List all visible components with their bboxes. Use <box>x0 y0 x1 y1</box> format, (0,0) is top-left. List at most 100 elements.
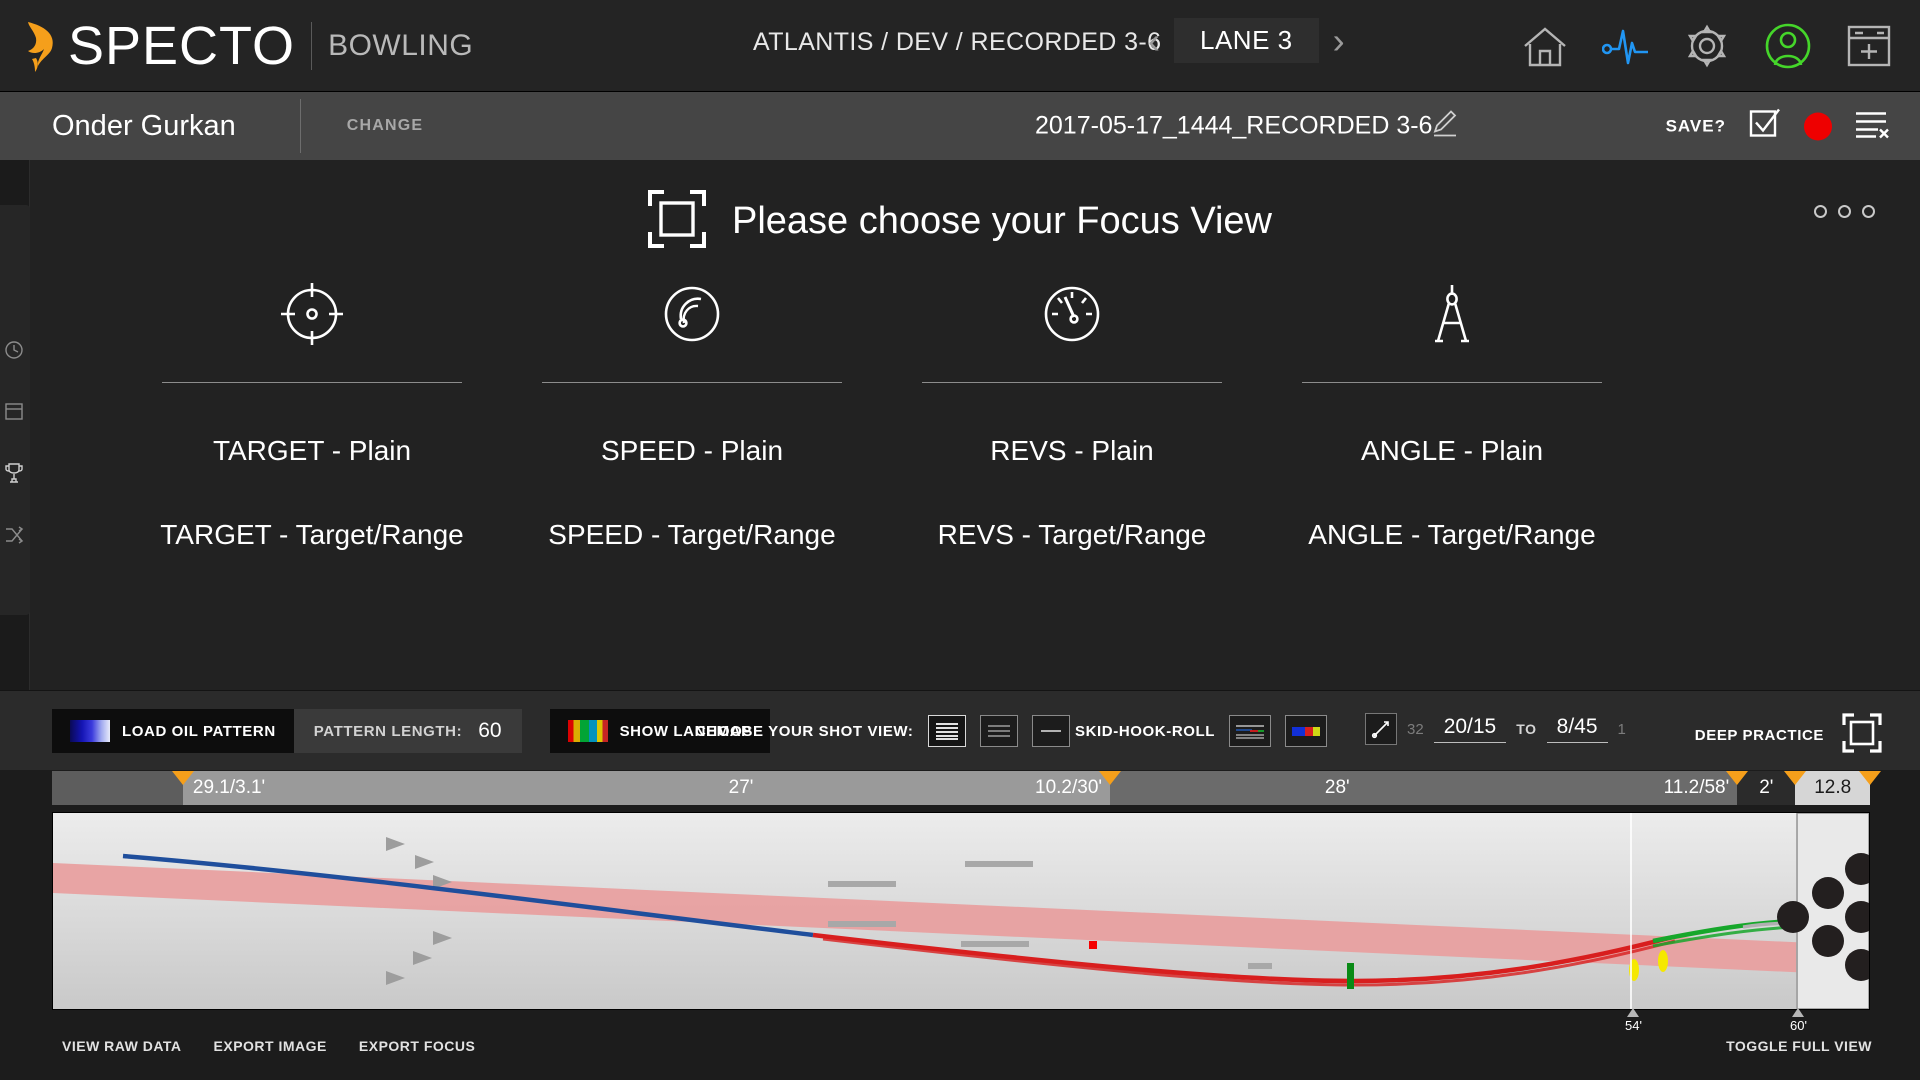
skid-lines-button[interactable] <box>1229 715 1272 747</box>
clear-list-icon[interactable] <box>1854 109 1890 144</box>
focus-header: Please choose your Focus View <box>0 190 1920 253</box>
focus-column-target: TARGET - Plain TARGET - Target/Range <box>122 268 502 551</box>
speedometer-icon[interactable] <box>502 268 882 360</box>
ruler-seg-0[interactable]: 29.1/3.1' <box>171 771 609 805</box>
dot-3 <box>1862 205 1875 218</box>
focus-column-speed: SPEED - Plain SPEED - Target/Range <box>502 268 882 551</box>
option-speed-plain[interactable]: SPEED - Plain <box>502 435 882 467</box>
lanemap-thumb-icon <box>567 720 608 742</box>
gear-icon[interactable] <box>1684 24 1730 68</box>
distance-tick-54-icon <box>1627 1008 1639 1017</box>
panel-menu-dots[interactable] <box>1814 205 1875 218</box>
ruler-marker-4[interactable] <box>1858 771 1881 785</box>
focus-title: Please choose your Focus View <box>731 200 1273 242</box>
record-button[interactable] <box>1804 112 1832 140</box>
footer-actions: VIEW RAW DATA EXPORT IMAGE EXPORT FOCUS <box>62 1038 475 1054</box>
distance-label-60: 60' <box>1790 1018 1807 1033</box>
distance-ruler: 29.1/3.1' 27' 10.2/30' 28' 11.2/58' 2' 1… <box>52 771 1881 805</box>
range-left-value[interactable]: 20/15 <box>1433 715 1507 743</box>
session-bar: Onder Gurkan CHANGE 2017-05-17_1444_RECO… <box>0 92 1920 160</box>
range-left-dim: 32 <box>1407 720 1424 738</box>
save-checkbox[interactable] <box>1748 107 1782 146</box>
pulse-icon[interactable] <box>1602 25 1650 67</box>
save-label: SAVE? <box>1665 116 1726 135</box>
option-speed-range[interactable]: SPEED - Target/Range <box>502 519 882 551</box>
ruler-marker-2[interactable] <box>1726 771 1749 785</box>
range-right-value[interactable]: 8/45 <box>1546 715 1608 743</box>
breadcrumb[interactable]: ATLANTIS / DEV / RECORDED 3-6 <box>753 28 1161 57</box>
ruler-seg-3[interactable]: 28' <box>1110 771 1565 805</box>
pencil-icon[interactable] <box>1430 109 1460 144</box>
lane-selector: ‹ LANE 3 › <box>1140 18 1353 63</box>
marker-red-dot <box>1089 941 1097 949</box>
focus-options: TARGET - Plain TARGET - Target/Range SPE… <box>0 268 1920 551</box>
deep-practice-frame-icon[interactable] <box>1842 713 1882 758</box>
option-target-range[interactable]: TARGET - Target/Range <box>122 519 502 551</box>
option-angle-range[interactable]: ANGLE - Target/Range <box>1262 519 1642 551</box>
view-raw-data-button[interactable]: VIEW RAW DATA <box>62 1038 182 1054</box>
shot-view-sparse-button[interactable] <box>979 715 1018 747</box>
range-right-dim: 1 <box>1617 720 1626 738</box>
top-bar: SPECTO BOWLING ATLANTIS / DEV / RECORDED… <box>0 0 1920 92</box>
skid-blocks-button[interactable] <box>1285 715 1328 747</box>
ruler-marker-1[interactable] <box>1099 771 1122 785</box>
marker-yellow-2 <box>1658 950 1668 972</box>
oil-pattern-thumb-icon <box>70 720 110 742</box>
export-image-button[interactable]: EXPORT IMAGE <box>214 1038 327 1054</box>
app-logo[interactable]: SPECTO BOWLING <box>0 18 473 74</box>
flame-icon <box>22 18 62 74</box>
option-revs-range[interactable]: REVS - Target/Range <box>882 519 1262 551</box>
option-target-plain[interactable]: TARGET - Plain <box>122 435 502 467</box>
lane-prev-icon[interactable]: ‹ <box>1140 22 1168 59</box>
ruler-seg-2[interactable]: 10.2/30' <box>873 771 1122 805</box>
focus-frame-icon <box>647 190 706 253</box>
compass-divider-icon[interactable] <box>1262 268 1642 360</box>
ruler-marker-3[interactable] <box>1784 771 1807 785</box>
distance-label-54: 54' <box>1625 1018 1642 1033</box>
change-player-button[interactable]: CHANGE <box>347 117 424 135</box>
deep-practice-label: DEEP PRACTICE <box>1694 727 1824 744</box>
player-name: Onder Gurkan <box>52 109 236 142</box>
ruler-marker-0[interactable] <box>171 771 194 785</box>
pattern-length-field[interactable]: PATTERN LENGTH: 60 <box>293 709 522 753</box>
ruler-seg-6[interactable]: 12.8 <box>1795 771 1881 805</box>
option-angle-plain[interactable]: ANGLE - Plain <box>1262 435 1642 467</box>
range-selector: 32 20/15 TO 8/45 1 <box>1365 713 1626 745</box>
angle-line-icon[interactable] <box>1365 713 1397 745</box>
lane-canvas[interactable] <box>53 813 1869 1009</box>
divider-angle <box>1302 382 1602 383</box>
crosshair-icon[interactable] <box>122 268 502 360</box>
shot-view-single-button[interactable] <box>1031 715 1070 747</box>
user-avatar-icon[interactable] <box>1764 22 1812 70</box>
brand-divider <box>311 21 313 70</box>
marker-green-breakpoint <box>1347 963 1354 989</box>
ruler-seg-1-label: 27' <box>728 777 754 798</box>
toggle-full-view-button[interactable]: TOGGLE FULL VIEW <box>1726 1038 1872 1054</box>
lane-toolbar: LOAD OIL PATTERN PATTERN LENGTH: 60 SHOW… <box>0 690 1920 770</box>
pattern-length-value: 60 <box>478 719 502 742</box>
skid-hook-roll-label: SKID-HOOK-ROLL <box>1075 722 1216 740</box>
revs-gauge-icon[interactable] <box>882 268 1262 360</box>
deep-practice-group[interactable]: DEEP PRACTICE <box>1695 713 1882 758</box>
shot-view-dense-button[interactable] <box>927 715 966 747</box>
home-icon[interactable] <box>1522 25 1568 67</box>
ruler-seg-0-label: 29.1/3.1' <box>192 777 266 798</box>
ruler-seg-4[interactable]: 11.2/58' <box>1564 771 1749 805</box>
oil-pattern-group: LOAD OIL PATTERN PATTERN LENGTH: 60 SHOW… <box>52 709 770 753</box>
add-window-icon[interactable] <box>1846 24 1892 68</box>
focus-column-angle: ANGLE - Plain ANGLE - Target/Range <box>1262 268 1642 551</box>
ruler-seg-4-label: 11.2/58' <box>1663 777 1730 798</box>
ruler-seg-1[interactable]: 27' <box>608 771 874 805</box>
ruler-seg-3-label: 28' <box>1324 777 1350 798</box>
export-focus-button[interactable]: EXPORT FOCUS <box>359 1038 475 1054</box>
top-icon-group <box>1522 22 1892 70</box>
lane-next-icon[interactable]: › <box>1325 22 1353 59</box>
option-revs-plain[interactable]: REVS - Plain <box>882 435 1262 467</box>
focus-column-revs: REVS - Plain REVS - Target/Range <box>882 268 1262 551</box>
lane-label[interactable]: LANE 3 <box>1174 18 1319 63</box>
footer-bar: VIEW RAW DATA EXPORT IMAGE EXPORT FOCUS … <box>0 1038 1920 1072</box>
focus-view-panel: Please choose your Focus View TARGET - P… <box>0 160 1920 690</box>
load-oil-pattern-button[interactable]: LOAD OIL PATTERN <box>52 709 294 753</box>
session-title: 2017-05-17_1444_RECORDED 3-6 <box>1035 111 1433 140</box>
lane-visualization[interactable] <box>52 812 1870 1010</box>
